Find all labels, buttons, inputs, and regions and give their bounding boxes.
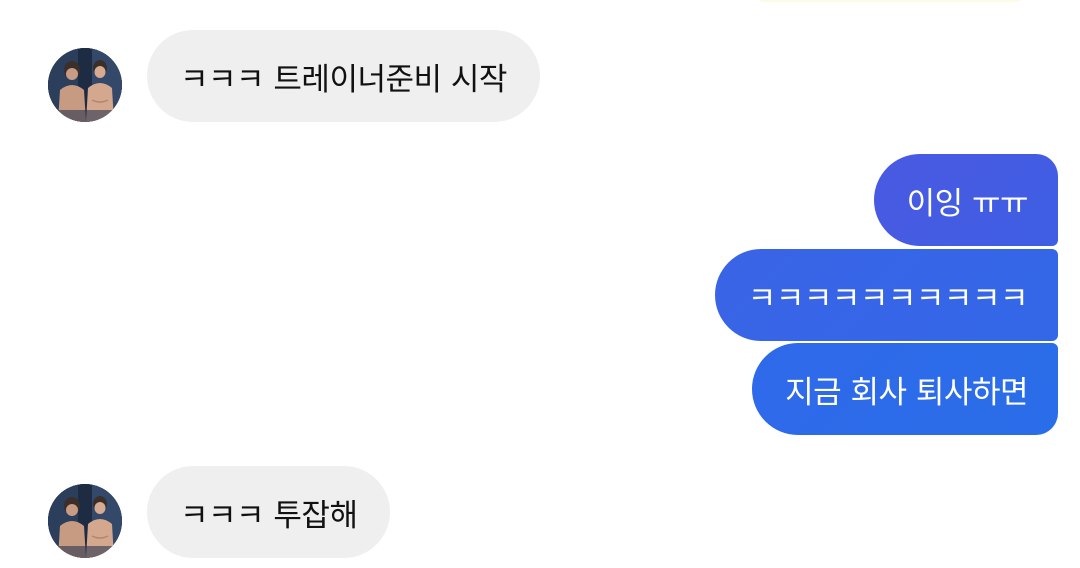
message-text: 지금 회사 퇴사하면: [785, 374, 1028, 411]
incoming-message-bubble[interactable]: ㅋㅋㅋ 투잡해: [147, 466, 391, 558]
message-text: 이잉 ㅠㅠ: [906, 185, 1029, 222]
avatar-photo-icon: [48, 484, 122, 558]
contact-avatar[interactable]: [48, 48, 122, 122]
avatar-photo-icon: [48, 48, 122, 122]
previous-message-edge: [756, 0, 1024, 2]
outgoing-message-bubble[interactable]: ㅋㅋㅋㅋㅋㅋㅋㅋㅋㅋ: [714, 249, 1058, 341]
message-text: ㅋㅋㅋㅋㅋㅋㅋㅋㅋㅋ: [747, 280, 1029, 317]
incoming-message-bubble[interactable]: ㅋㅋㅋ 트레이너준비 시작: [147, 30, 540, 122]
outgoing-message-bubble[interactable]: 이잉 ㅠㅠ: [873, 154, 1058, 246]
contact-avatar[interactable]: [48, 484, 122, 558]
outgoing-message-bubble[interactable]: 지금 회사 퇴사하면: [752, 343, 1058, 435]
message-text: ㅋㅋㅋ 트레이너준비 시작: [180, 61, 507, 98]
message-text: ㅋㅋㅋ 투잡해: [180, 497, 358, 534]
